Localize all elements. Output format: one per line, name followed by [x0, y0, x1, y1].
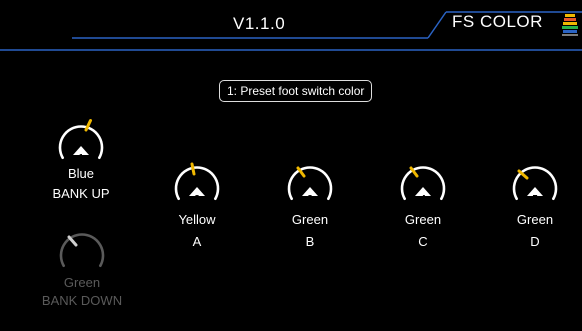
knob-dial: [174, 162, 220, 201]
knob-function-label: BANK UP: [52, 186, 110, 201]
knob-dial: [58, 119, 104, 160]
knob-number: 1: [78, 153, 84, 164]
tooltip-hint: 1: Preset foot switch color: [219, 80, 373, 102]
knob-function-label: B: [305, 234, 315, 249]
knob-dial: [400, 166, 446, 201]
knob-number: 3: [307, 194, 313, 205]
knob-dial: [59, 233, 105, 268]
knob-number: 2: [194, 194, 200, 205]
fs-color-stack-icon[interactable]: [562, 14, 578, 36]
knob-function-label: A: [192, 234, 202, 249]
knob-color-label: Yellow: [178, 212, 216, 227]
knob-bank-down[interactable]: [52, 221, 112, 281]
knob-number: 5: [532, 194, 538, 205]
knob-color-label: Green: [291, 212, 329, 227]
knob-b[interactable]: 3: [280, 154, 340, 214]
knob-function-label: D: [530, 234, 540, 249]
page-title: FS COLOR: [452, 12, 543, 31]
knob-a[interactable]: 2: [167, 154, 227, 214]
knob-number: 4: [420, 194, 426, 205]
knob-color-label: Green: [404, 212, 442, 227]
knob-d[interactable]: 5: [505, 154, 565, 214]
knob-color-label: Green: [516, 212, 554, 227]
knob-dial: [512, 166, 558, 201]
knob-color-label: Blue: [67, 166, 95, 181]
knob-c[interactable]: 4: [393, 154, 453, 214]
knob-color-label: Green: [63, 275, 101, 290]
knob-function-label: C: [418, 234, 428, 249]
version-label: V1.1.0: [233, 14, 286, 33]
knob-dial: [287, 166, 333, 201]
header-bar: V1.1.0 FS COLOR: [0, 0, 582, 52]
knob-function-label: BANK DOWN: [41, 293, 123, 308]
knob-bank-up[interactable]: 1: [51, 113, 111, 173]
